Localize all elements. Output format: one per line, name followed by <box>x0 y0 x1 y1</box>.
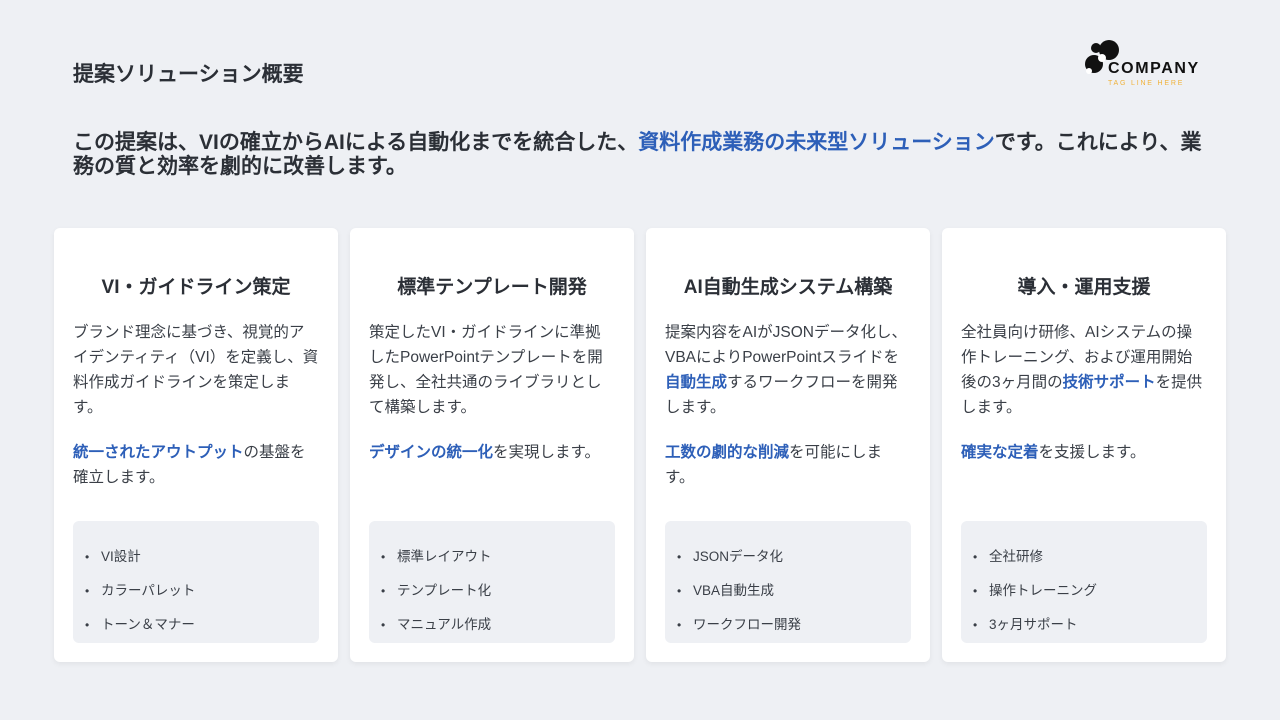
list-item: 3ヶ月サポート <box>961 615 1207 649</box>
card-description: ブランド理念に基づき、視覚的アイデンティティ（VI）を定義し、資料作成ガイドライ… <box>73 320 319 490</box>
list-item: マニュアル作成 <box>369 615 615 649</box>
lead-highlight: 資料作成業務の未来型ソリューション <box>638 131 995 154</box>
list-item: カラーパレット <box>73 581 319 615</box>
desc-text: 策定したVI・ガイドラインに準拠したPowerPointテンプレートを開発し、全… <box>369 324 603 416</box>
card-bullet-list: JSONデータ化 VBA自動生成 ワークフロー開発 <box>665 521 911 643</box>
desc-highlight: 統一されたアウトプット <box>73 444 244 461</box>
card-paragraph-2: 工数の劇的な削減を可能にします。 <box>665 440 911 490</box>
card-paragraph-1: 策定したVI・ガイドラインに準拠したPowerPointテンプレートを開発し、全… <box>369 320 615 420</box>
list-item: 標準レイアウト <box>369 547 615 581</box>
list-item: ワークフロー開発 <box>665 615 911 649</box>
card-bullet-list: 標準レイアウト テンプレート化 マニュアル作成 <box>369 521 615 643</box>
list-item: トーン＆マナー <box>73 615 319 649</box>
list-item: JSONデータ化 <box>665 547 911 581</box>
card-bullet-list: VI設計 カラーパレット トーン＆マナー <box>73 521 319 643</box>
card-bullet-list: 全社研修 操作トレーニング 3ヶ月サポート <box>961 521 1207 643</box>
page-title: 提案ソリューション概要 <box>73 63 304 86</box>
desc-text: を実現します。 <box>493 444 600 461</box>
card-template-development: 標準テンプレート開発 策定したVI・ガイドラインに準拠したPowerPointテ… <box>350 228 634 662</box>
card-deployment-support: 導入・運用支援 全社員向け研修、AIシステムの操作トレーニング、および運用開始後… <box>942 228 1226 662</box>
list-item: テンプレート化 <box>369 581 615 615</box>
desc-highlight: 技術サポート <box>1062 374 1156 391</box>
list-item: 操作トレーニング <box>961 581 1207 615</box>
card-description: 全社員向け研修、AIシステムの操作トレーニング、および運用開始後の3ヶ月間の技術… <box>961 320 1207 465</box>
card-paragraph-2: 統一されたアウトプットの基盤を確立します。 <box>73 440 319 490</box>
card-title: 標準テンプレート開発 <box>397 277 587 298</box>
list-item: VI設計 <box>73 547 319 581</box>
desc-text: 提案内容をAIがJSONデータ化し、VBAによりPowerPointスライドを <box>665 324 907 366</box>
company-logo: COMPANY TAG LINE HERE <box>1082 38 1212 92</box>
card-paragraph-2: 確実な定着を支援します。 <box>961 440 1207 465</box>
card-title: 導入・運用支援 <box>1017 277 1151 298</box>
logo-name: COMPANY <box>1108 60 1200 77</box>
card-paragraph-1: 提案内容をAIがJSONデータ化し、VBAによりPowerPointスライドを自… <box>665 320 911 420</box>
card-paragraph-2: デザインの統一化を実現します。 <box>369 440 615 465</box>
card-vi-guideline: VI・ガイドライン策定 ブランド理念に基づき、視覚的アイデンティティ（VI）を定… <box>54 228 338 662</box>
card-title: AI自動生成システム構築 <box>683 277 893 298</box>
desc-highlight: 確実な定着 <box>961 444 1039 461</box>
list-item: 全社研修 <box>961 547 1207 581</box>
card-description: 提案内容をAIがJSONデータ化し、VBAによりPowerPointスライドを自… <box>665 320 911 490</box>
card-title: VI・ガイドライン策定 <box>101 277 291 298</box>
desc-highlight: 工数の劇的な削減 <box>665 444 790 461</box>
lead-statement: この提案は、VIの確立からAIによる自動化までを統合した、資料作成業務の未来型ソ… <box>73 131 1213 179</box>
card-paragraph-1: ブランド理念に基づき、視覚的アイデンティティ（VI）を定義し、資料作成ガイドライ… <box>73 320 319 420</box>
card-paragraph-1: 全社員向け研修、AIシステムの操作トレーニング、および運用開始後の3ヶ月間の技術… <box>961 320 1207 420</box>
list-item: VBA自動生成 <box>665 581 911 615</box>
logo-tagline: TAG LINE HERE <box>1108 80 1185 87</box>
desc-highlight: デザインの統一化 <box>369 444 494 461</box>
card-description: 策定したVI・ガイドラインに準拠したPowerPointテンプレートを開発し、全… <box>369 320 615 465</box>
desc-text: を支援します。 <box>1038 444 1146 461</box>
card-ai-system: AI自動生成システム構築 提案内容をAIがJSONデータ化し、VBAによりPow… <box>646 228 930 662</box>
lead-text: この提案は、VIの確立からAIによる自動化までを統合した、 <box>73 131 639 154</box>
desc-highlight: 自動生成 <box>665 374 728 391</box>
desc-text: ブランド理念に基づき、視覚的アイデンティティ（VI）を定義し、資料作成ガイドライ… <box>73 324 319 416</box>
